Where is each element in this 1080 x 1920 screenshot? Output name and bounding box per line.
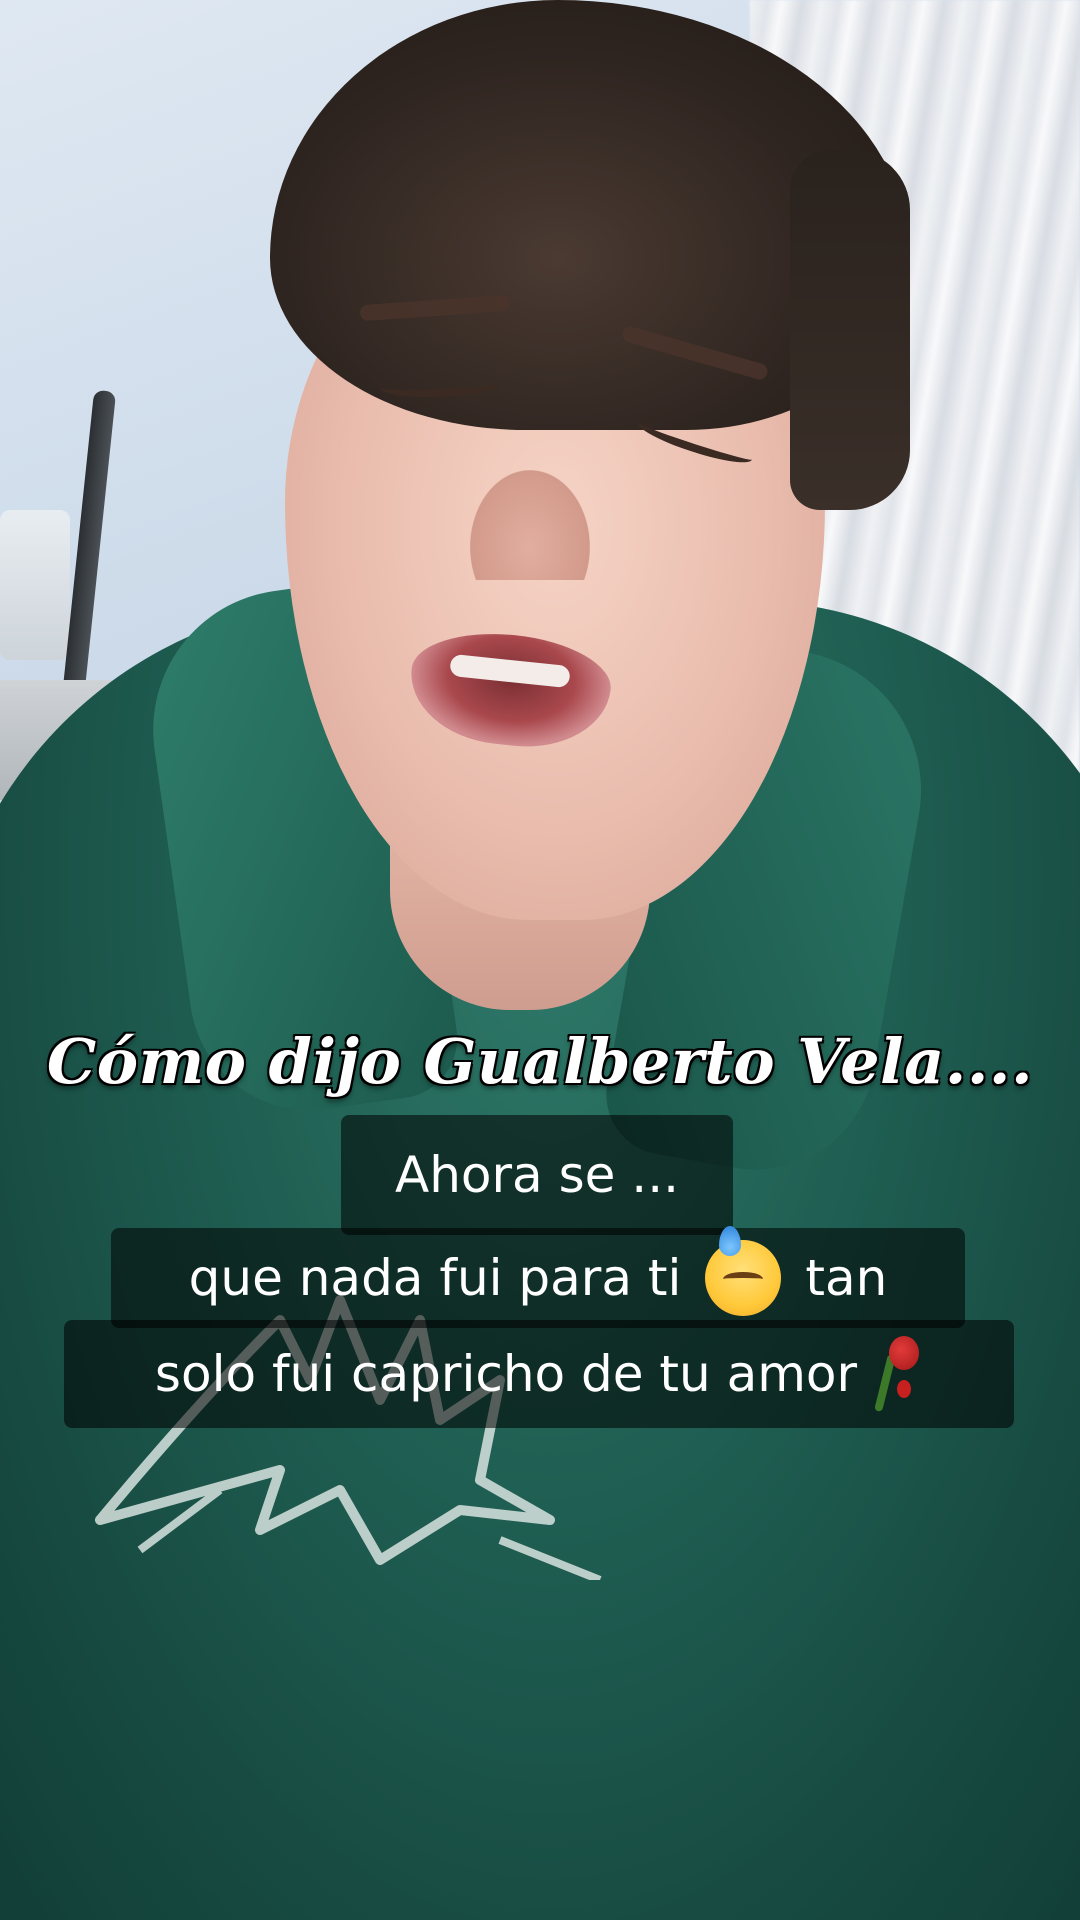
subtitle-line-3-text: solo fui capricho de tu amor	[154, 1345, 858, 1403]
subtitle-line-2-text-b: tan	[805, 1249, 888, 1307]
downcast-face-with-sweat-icon	[705, 1226, 782, 1316]
headline-caption: Cómo dijo Gualberto Vela....	[46, 1025, 1034, 1098]
caption-overlay: Cómo dijo Gualberto Vela.... Ahora se ..…	[0, 0, 1080, 1920]
subtitle-line-1: Ahora se ...	[341, 1115, 733, 1235]
subtitle-line-2-text-a: que nada fui para ti	[188, 1249, 682, 1307]
subtitle-line-3: solo fui capricho de tu amor	[64, 1320, 1014, 1428]
subtitle-line-1-text: Ahora se ...	[395, 1146, 679, 1204]
wilted-rose-icon	[863, 1336, 923, 1413]
subtitle-line-2: que nada fui para ti tan	[111, 1226, 965, 1328]
